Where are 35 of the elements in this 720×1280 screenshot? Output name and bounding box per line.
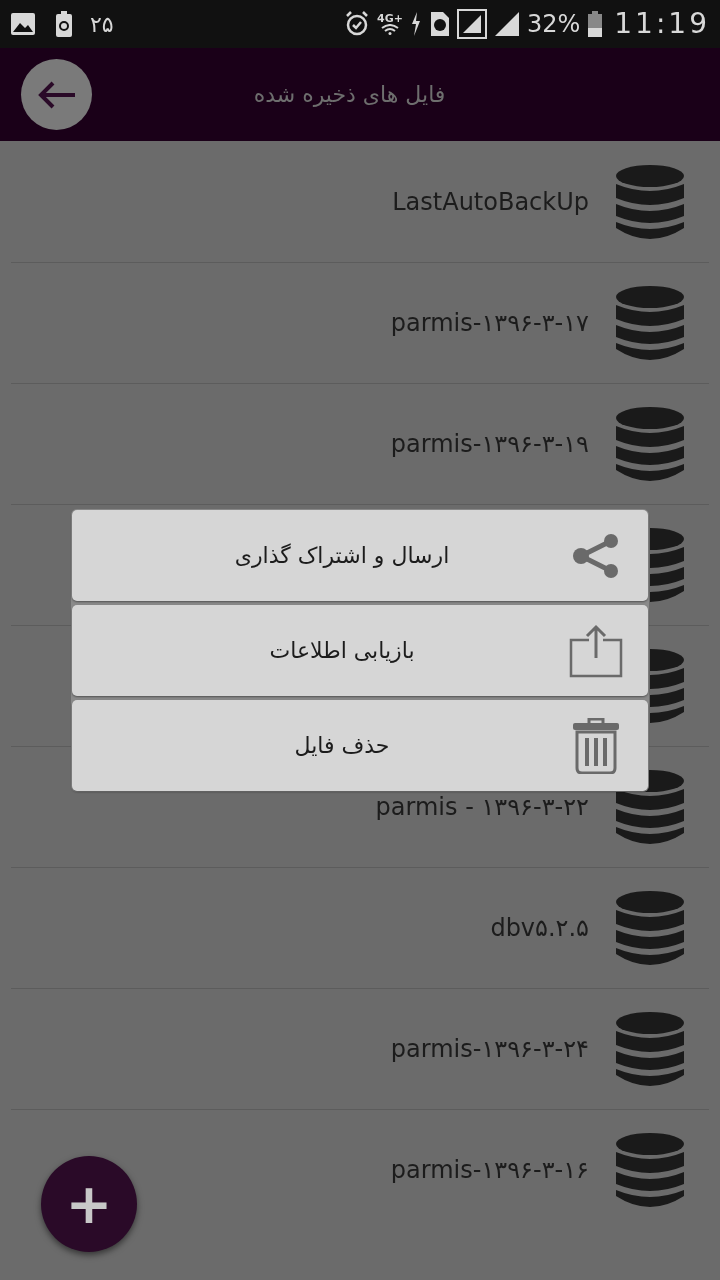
battery-icon xyxy=(588,11,603,37)
signal-icon xyxy=(456,9,487,39)
screen-title: فایل های ذخیره شده xyxy=(252,81,447,109)
database-icon xyxy=(615,285,685,361)
alarm-clock-icon xyxy=(345,11,370,37)
file-name[interactable]: parmis - ۱۳۹۶-۳-۲۲ xyxy=(375,789,589,825)
image-icon xyxy=(10,12,36,36)
file-name[interactable]: parmis-۱۳۹۶-۳-۱۷ xyxy=(390,305,589,341)
upload-icon xyxy=(569,623,623,678)
back-arrow-icon xyxy=(36,80,77,109)
share-icon xyxy=(573,533,619,578)
lightning-icon xyxy=(410,12,421,36)
file-name[interactable]: LastAutoBackUp xyxy=(392,183,589,220)
database-icon xyxy=(615,890,685,966)
notification-count: ۲۵ xyxy=(90,10,114,39)
add-button[interactable]: + xyxy=(41,1156,137,1252)
database-icon xyxy=(615,1011,685,1087)
database-icon xyxy=(650,527,685,603)
wifi-icon xyxy=(380,24,400,35)
database-icon xyxy=(650,648,685,724)
trash-icon xyxy=(572,717,620,774)
file-name[interactable]: parmis-۱۳۹۶-۳-۲۴ xyxy=(390,1031,589,1067)
database-icon xyxy=(615,163,685,240)
file-name[interactable]: parmis-۱۳۹۶-۳-۱۹ xyxy=(390,426,589,462)
menu-option[interactable]: حذف فایل xyxy=(72,700,648,791)
database-icon xyxy=(615,1132,685,1208)
signal-icon xyxy=(494,12,519,36)
clock-time: 11:19 xyxy=(614,6,710,42)
menu-option[interactable]: ارسال و اشتراک گذاری xyxy=(72,510,648,601)
network-type-label: 4G+ xyxy=(377,13,403,24)
database-icon xyxy=(615,406,685,482)
battery-percent: 32% xyxy=(526,9,581,40)
menu-option[interactable]: بازیابی اطلاعات xyxy=(72,605,648,696)
file-name[interactable]: dbv۵.۲.۵ xyxy=(490,910,589,946)
file-name[interactable]: parmis-۱۳۹۶-۳-۱۶ xyxy=(390,1152,589,1188)
